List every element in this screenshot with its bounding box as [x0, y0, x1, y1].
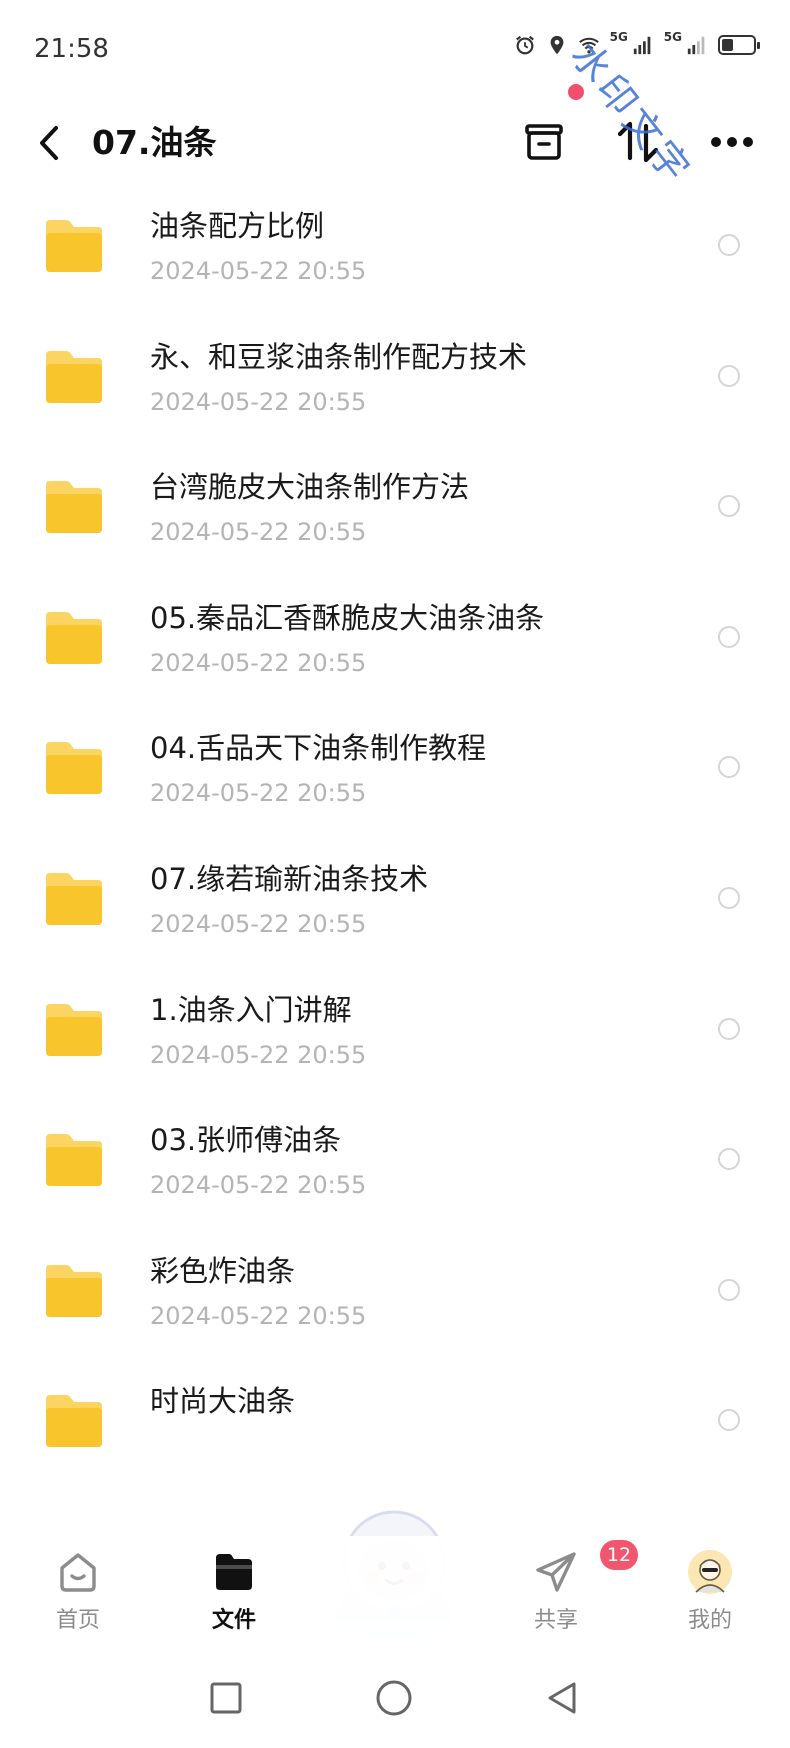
select-checkbox[interactable] — [718, 1018, 740, 1040]
select-checkbox[interactable] — [718, 1148, 740, 1170]
battery-icon — [718, 35, 760, 55]
file-item[interactable]: 台湾脆皮大油条制作方法 2024-05-22 20:55 — [0, 453, 790, 599]
status-bar: 21:58 5G 5G — [0, 0, 790, 100]
select-checkbox[interactable] — [718, 495, 740, 517]
file-date: 2024-05-22 20:55 — [150, 1302, 367, 1330]
box-icon — [525, 124, 563, 160]
folder-icon — [46, 1265, 102, 1317]
file-date: 2024-05-22 20:55 — [150, 910, 367, 938]
battery-fill — [722, 39, 733, 51]
select-checkbox[interactable] — [718, 365, 740, 387]
file-name: 07.缘若瑜新油条技术 — [150, 862, 429, 896]
nav-label: 文件 — [211, 1608, 256, 1633]
home-system-button[interactable] — [364, 1668, 424, 1728]
folder-icon — [216, 1554, 252, 1590]
share-badge: 12 — [600, 1540, 638, 1570]
file-name: 台湾脆皮大油条制作方法 — [150, 470, 470, 504]
folder-icon — [46, 351, 102, 403]
file-item[interactable]: 油条配方比例 2024-05-22 20:55 — [0, 192, 790, 338]
file-item[interactable]: 07.缘若瑜新油条技术 2024-05-22 20:55 — [0, 845, 790, 991]
file-date: 2024-05-22 20:55 — [150, 518, 367, 546]
folder-icon — [46, 1134, 102, 1186]
paper-plane-icon — [536, 1552, 576, 1592]
more-icon — [711, 137, 753, 147]
select-checkbox[interactable] — [718, 626, 740, 648]
file-name: 1.油条入门讲解 — [150, 993, 352, 1027]
more-button[interactable] — [700, 110, 764, 174]
file-item[interactable]: 05.秦品汇香酥脆皮大油条油条 2024-05-22 20:55 — [0, 584, 790, 730]
status-icons: 5G 5G — [514, 30, 760, 56]
back-icon[interactable] — [34, 118, 68, 168]
file-name: 05.秦品汇香酥脆皮大油条油条 — [150, 601, 545, 635]
signal-5g-icon — [633, 36, 651, 55]
file-list: 油条配方比例 2024-05-22 20:55 永、和豆浆油条制作配方技术 20… — [0, 192, 790, 1540]
folder-icon — [46, 481, 102, 533]
file-item[interactable]: 永、和豆浆油条制作配方技术 2024-05-22 20:55 — [0, 323, 790, 469]
nav-files[interactable]: 文件 — [174, 1548, 294, 1642]
box-button[interactable] — [512, 110, 576, 174]
select-checkbox[interactable] — [718, 234, 740, 256]
back-triangle-icon — [548, 1682, 576, 1714]
back-system-button[interactable] — [532, 1668, 592, 1728]
signal-5g-icon — [687, 36, 705, 55]
nav-label: 我的 — [687, 1608, 732, 1633]
select-checkbox[interactable] — [718, 756, 740, 778]
select-checkbox[interactable] — [718, 1409, 740, 1431]
system-nav — [0, 1650, 790, 1748]
file-item[interactable]: 04.舌品天下油条制作教程 2024-05-22 20:55 — [0, 714, 790, 860]
file-date: 2024-05-22 20:55 — [150, 779, 367, 807]
file-name: 03.张师傅油条 — [150, 1123, 342, 1157]
alarm-icon — [515, 35, 534, 55]
folder-icon — [46, 1395, 102, 1447]
select-checkbox[interactable] — [718, 1279, 740, 1301]
file-item[interactable]: 彩色炸油条 2024-05-22 20:55 — [0, 1237, 790, 1383]
file-date: 2024-05-22 20:55 — [150, 257, 367, 285]
recent-apps-icon — [210, 1682, 242, 1714]
location-icon — [550, 35, 564, 55]
file-name: 油条配方比例 — [150, 209, 325, 243]
file-name: 04.舌品天下油条制作教程 — [150, 731, 487, 765]
home-icon — [60, 1553, 96, 1592]
folder-icon — [46, 612, 102, 664]
recent-apps-button[interactable] — [196, 1668, 256, 1728]
file-date: 2024-05-22 20:55 — [150, 388, 367, 416]
select-checkbox[interactable] — [718, 887, 740, 909]
home-circle-icon — [376, 1680, 412, 1716]
file-name: 彩色炸油条 — [150, 1254, 296, 1288]
nav-share[interactable]: 12 共享 — [496, 1540, 638, 1642]
page-title: 07.油条 — [92, 123, 217, 162]
nav-mine[interactable]: 我的 — [650, 1548, 770, 1642]
avatar-icon — [688, 1550, 732, 1594]
file-item[interactable]: 1.油条入门讲解 2024-05-22 20:55 — [0, 976, 790, 1122]
file-item[interactable]: 时尚大油条 — [0, 1367, 790, 1513]
nav-label: 首页 — [55, 1608, 100, 1633]
network-label: 5G — [663, 30, 682, 44]
file-item[interactable]: 03.张师傅油条 2024-05-22 20:55 — [0, 1106, 790, 1252]
status-time: 21:58 — [34, 34, 109, 64]
folder-icon — [46, 873, 102, 925]
nav-label: 共享 — [533, 1608, 578, 1633]
file-date: 2024-05-22 20:55 — [150, 649, 367, 677]
file-name: 时尚大油条 — [150, 1384, 296, 1418]
folder-icon — [46, 1004, 102, 1056]
nav-home[interactable]: 首页 — [18, 1548, 138, 1642]
folder-icon — [46, 742, 102, 794]
file-date: 2024-05-22 20:55 — [150, 1171, 367, 1199]
share-icon-wrap: 12 — [532, 1540, 638, 1596]
file-name: 永、和豆浆油条制作配方技术 — [150, 340, 528, 374]
bottom-nav: 首页 文件 12 共享 我的 — [0, 1536, 790, 1642]
folder-icon — [46, 220, 102, 272]
file-date: 2024-05-22 20:55 — [150, 1041, 367, 1069]
